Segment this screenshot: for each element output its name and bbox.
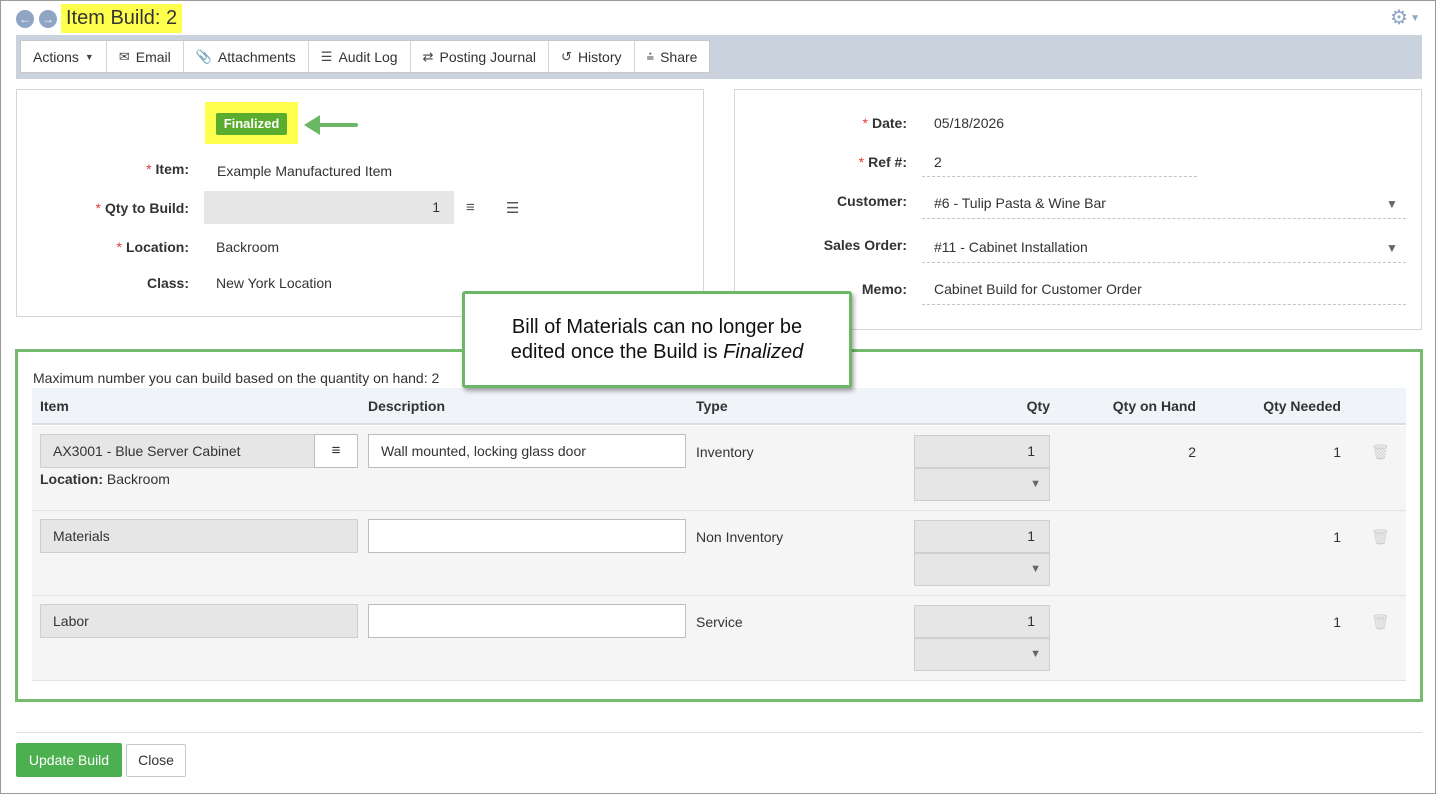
row-qty-field: 1 — [914, 605, 1050, 638]
location-value: Backroom — [216, 239, 280, 255]
numbered-list-icon[interactable]: ≡ — [466, 199, 475, 216]
row-type: Non Inventory — [696, 529, 784, 545]
email-label: Email — [135, 48, 171, 65]
history-label: History — [577, 48, 622, 65]
envelope-icon: ✉ — [118, 48, 130, 64]
date-label: * Date: — [862, 115, 907, 131]
col-qty-on-hand: Qty on Hand — [1112, 398, 1196, 414]
customer-dropdown-icon[interactable]: ▼ — [1386, 197, 1398, 211]
annotation-callout: Bill of Materials can no longer be edite… — [462, 291, 852, 388]
status-badge: Finalized — [216, 113, 287, 135]
row-item-field: Labor — [40, 604, 358, 638]
caret-down-icon: ▼ — [1410, 12, 1420, 24]
caret-down-icon: ▼ — [84, 51, 94, 62]
row-type: Service — [696, 614, 743, 630]
arrow-left-icon — [304, 115, 358, 135]
max-build-note: Maximum number you can build based on th… — [33, 370, 440, 386]
list-icon: ☰ — [320, 48, 333, 64]
back-arrow-icon[interactable]: ← — [16, 10, 34, 28]
sales-order-underline — [922, 262, 1406, 263]
row-qty-field: 1 — [914, 435, 1050, 468]
share-icon: ⩮ — [646, 48, 655, 64]
memo-label: Memo: — [861, 281, 907, 297]
row-location: Location: Backroom — [40, 471, 170, 487]
settings-menu[interactable]: ⚙ ▼ — [1390, 8, 1420, 29]
callout-line-1: Bill of Materials can no longer be — [511, 316, 803, 338]
row-qty-field: 1 — [914, 520, 1050, 553]
gear-icon: ⚙ — [1390, 7, 1409, 29]
toolbar: Actions ▼ ✉ Email 📎 Attachments ☰ Audit … — [20, 40, 711, 73]
ref-underline — [922, 176, 1197, 177]
item-value: Example Manufactured Item — [217, 163, 393, 179]
update-build-button[interactable]: Update Build — [16, 743, 122, 777]
share-button[interactable]: ⩮ Share — [635, 41, 710, 72]
col-description: Description — [368, 398, 446, 414]
actions-button[interactable]: Actions ▼ — [21, 41, 107, 72]
email-button[interactable]: ✉ Email — [107, 41, 184, 72]
ref-label: * Ref #: — [858, 154, 907, 170]
row-uom-select: ▼ — [914, 638, 1050, 671]
memo-field[interactable]: Cabinet Build for Customer Order — [934, 281, 1142, 297]
attachments-label: Attachments — [217, 48, 296, 65]
class-label: Class: — [146, 275, 189, 291]
share-label: Share — [660, 48, 698, 65]
row-qty-needed: 1 — [1333, 529, 1341, 545]
customer-select[interactable]: #6 - Tulip Pasta & Wine Bar — [934, 195, 1106, 211]
list-icon[interactable]: ☰ — [506, 199, 519, 217]
row-item-field: Materials — [40, 519, 358, 553]
trash-icon: 🗑 — [1371, 444, 1391, 461]
col-qty-needed: Qty Needed — [1263, 398, 1341, 414]
class-value: New York Location — [216, 275, 332, 291]
row-description-field[interactable] — [368, 519, 686, 553]
posting-journal-button[interactable]: ⇄ Posting Journal — [411, 41, 550, 72]
row-uom-select: ▼ — [914, 468, 1050, 501]
sales-order-label: Sales Order: — [823, 237, 907, 253]
qty-to-build-field[interactable]: 1 — [204, 191, 454, 224]
sales-order-select[interactable]: #11 - Cabinet Installation — [934, 239, 1088, 255]
callout-line-2: edited once the Build is Finalized — [510, 341, 804, 363]
row-item-field: AX3001 - Blue Server Cabinet — [40, 434, 315, 468]
ref-value[interactable]: 2 — [934, 154, 942, 170]
customer-underline — [922, 218, 1406, 219]
col-type: Type — [696, 398, 728, 414]
memo-underline — [922, 304, 1406, 305]
footer-divider — [16, 732, 1422, 733]
row-qty-on-hand: 2 — [1188, 444, 1196, 460]
sales-order-dropdown-icon[interactable]: ▼ — [1386, 241, 1398, 255]
row-description-field[interactable]: Wall mounted, locking glass door — [368, 434, 686, 468]
close-button[interactable]: Close — [126, 744, 186, 777]
row-uom-select: ▼ — [914, 553, 1050, 586]
row-qty-needed: 1 — [1333, 444, 1341, 460]
item-label: * Item: — [146, 161, 189, 177]
forward-arrow-icon[interactable]: → — [39, 10, 57, 28]
trash-icon: 🗑 — [1371, 529, 1391, 546]
location-label: * Location: — [116, 239, 189, 255]
trash-icon: 🗑 — [1371, 614, 1391, 631]
date-value: 05/18/2026 — [934, 115, 1005, 131]
row-qty-needed: 1 — [1333, 614, 1341, 630]
paperclip-icon: 📎 — [195, 48, 212, 64]
audit-log-button[interactable]: ☰ Audit Log — [309, 41, 411, 72]
page-title: Item Build: 2 — [61, 4, 183, 33]
qty-to-build-label: * Qty to Build: — [95, 200, 189, 216]
col-item: Item — [40, 398, 69, 414]
numbered-list-icon[interactable]: ≡ — [314, 434, 358, 468]
row-type: Inventory — [696, 444, 754, 460]
exchange-icon: ⇄ — [422, 48, 434, 64]
history-button[interactable]: ↺ History — [549, 41, 635, 72]
history-icon: ↺ — [561, 48, 572, 64]
attachments-button[interactable]: 📎 Attachments — [184, 41, 309, 72]
posting-journal-label: Posting Journal — [439, 48, 537, 65]
audit-log-label: Audit Log — [338, 48, 398, 65]
col-qty: Qty — [1026, 398, 1050, 414]
actions-label: Actions — [33, 48, 79, 65]
row-description-field[interactable] — [368, 604, 686, 638]
customer-label: Customer: — [836, 193, 907, 209]
